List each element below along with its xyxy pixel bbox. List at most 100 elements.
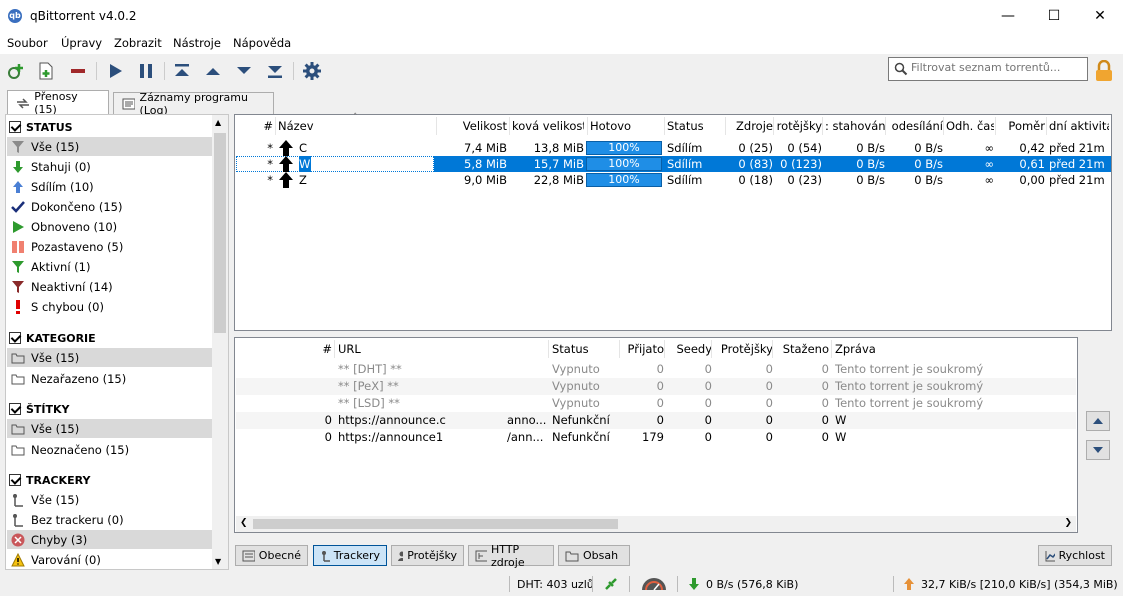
tab-content[interactable]: Obsah [558,545,630,566]
column-divider[interactable] [275,117,276,135]
search-field[interactable] [888,57,1088,81]
column-divider[interactable] [831,340,832,358]
status-filter-item[interactable]: Vše (15) [7,137,213,156]
column-header[interactable]: Zdroje [728,115,773,137]
menu-view[interactable]: Zobrazit [114,36,162,50]
column-divider[interactable] [822,117,823,135]
column-divider[interactable] [943,117,944,135]
column-header[interactable]: Velikost [439,115,507,137]
tab-log[interactable]: Záznamy programu (Log) [113,91,274,117]
tracker-filter-warnings[interactable]: Varování (0) [7,550,213,569]
resume-icon[interactable] [103,60,127,82]
tab-transfers[interactable]: Přenosy (15) [7,90,109,116]
add-torrent-file-icon[interactable] [34,60,58,82]
status-filter-item[interactable]: S chybou (0) [7,297,213,316]
column-divider[interactable] [436,117,437,135]
column-divider[interactable] [725,117,726,135]
column-divider[interactable] [509,117,510,135]
column-divider[interactable] [885,117,886,135]
category-item-all[interactable]: Vše (15) [7,348,213,367]
close-button[interactable]: ✕ [1077,0,1123,32]
tracker-column-header[interactable]: Status [552,338,620,360]
tracker-filter-errors[interactable]: Chyby (3) [7,530,213,549]
tab-peers[interactable]: Protějšky [391,545,464,566]
scroll-left-arrow-icon[interactable]: ❮ [240,518,248,528]
column-header[interactable]: Odh. čas [946,115,994,137]
column-divider[interactable] [548,340,549,358]
column-header[interactable]: Název [278,115,378,137]
category-section-header[interactable]: KATEGORIE [9,329,96,347]
status-filter-item[interactable]: Obnoveno (10) [7,217,213,236]
scroll-right-arrow-icon[interactable]: ❯ [1064,518,1072,528]
column-divider[interactable] [995,117,996,135]
move-tracker-up-button[interactable] [1086,411,1110,431]
status-filter-item[interactable]: Aktivní (1) [7,257,213,276]
tracker-column-header[interactable]: URL [338,338,548,360]
column-header[interactable]: : stahování [825,115,885,137]
column-divider[interactable] [334,340,335,358]
lock-icon[interactable] [1094,59,1114,85]
status-filter-item[interactable]: Sdílím (10) [7,177,213,196]
tracker-filter-all[interactable]: Vše (15) [7,490,213,509]
status-filter-item[interactable]: Dokončeno (15) [7,197,213,216]
connection-status-icon[interactable] [603,576,619,592]
menu-file[interactable]: Soubor [7,36,48,50]
scroll-up-arrow-icon[interactable]: ▲ [215,118,221,127]
move-down-icon[interactable] [232,60,256,82]
status-section-header[interactable]: STATUS [9,118,73,136]
move-up-icon[interactable] [201,60,225,82]
tracker-column-header[interactable]: Seedy [668,338,712,360]
remove-torrent-icon[interactable] [66,60,90,82]
scroll-down-arrow-icon[interactable]: ▼ [215,557,221,566]
column-header[interactable]: dní aktivita [1049,115,1109,137]
move-tracker-down-button[interactable] [1086,440,1110,460]
menu-edit[interactable]: Úpravy [61,36,102,50]
column-divider[interactable] [664,340,665,358]
column-header[interactable]: ková velikost [512,115,584,137]
trackers-section-header[interactable]: TRACKERY [9,471,90,489]
column-divider[interactable] [587,117,588,135]
horizontal-scrollbar[interactable]: ❮ ❯ [236,516,1076,532]
column-divider[interactable] [664,117,665,135]
tracker-column-header[interactable]: # [275,338,332,360]
speed-limit-icon[interactable] [640,576,668,592]
menu-help[interactable]: Nápověda [233,36,291,50]
tag-item-untagged[interactable]: Neoznačeno (15) [7,440,213,459]
tab-http-sources[interactable]: HTTP zdroje [468,543,554,569]
status-section-checkbox[interactable] [9,121,21,133]
search-input[interactable] [911,61,1081,74]
column-divider[interactable] [619,340,620,358]
add-torrent-link-icon[interactable] [4,60,28,82]
column-divider[interactable] [772,340,773,358]
column-divider[interactable] [711,340,712,358]
trackers-section-checkbox[interactable] [9,474,21,486]
pause-icon[interactable] [134,60,158,82]
column-header[interactable]: Hotovo [590,115,662,137]
column-header[interactable]: # [261,115,273,137]
status-filter-item[interactable]: Neaktivní (14) [7,277,213,296]
move-to-top-icon[interactable] [170,60,194,82]
tracker-column-header[interactable]: Zpráva [835,338,1075,360]
sidebar-scrollbar[interactable]: ▲ ▼ [212,115,228,569]
category-item-uncategorized[interactable]: Nezařazeno (15) [7,369,213,388]
settings-gear-icon[interactable] [300,60,324,82]
column-header[interactable]: rotějšky [776,115,822,137]
tracker-column-header[interactable]: Staženo [776,338,829,360]
tracker-column-header[interactable]: Přijato [623,338,664,360]
tags-section-header[interactable]: ŠTÍTKY [9,400,70,418]
status-filter-item[interactable]: Pozastaveno (5) [7,237,213,256]
tab-general[interactable]: Obecné [235,545,308,566]
horizontal-scrollbar-thumb[interactable] [253,519,618,529]
move-to-bottom-icon[interactable] [263,60,287,82]
column-header[interactable]: Status [667,115,723,137]
minimize-button[interactable]: — [985,0,1031,32]
speed-graph-button[interactable]: Rychlost [1038,545,1112,566]
tags-section-checkbox[interactable] [9,403,21,415]
tab-trackers[interactable]: Trackery [313,545,387,566]
maximize-button[interactable]: ☐ [1031,0,1077,32]
tracker-filter-none[interactable]: Bez trackeru (0) [7,510,213,529]
column-header[interactable]: odesílání [888,115,943,137]
status-filter-item[interactable]: Stahuji (0) [7,157,213,176]
menu-tools[interactable]: Nástroje [173,36,221,50]
sidebar-scrollbar-thumb[interactable] [214,133,226,333]
